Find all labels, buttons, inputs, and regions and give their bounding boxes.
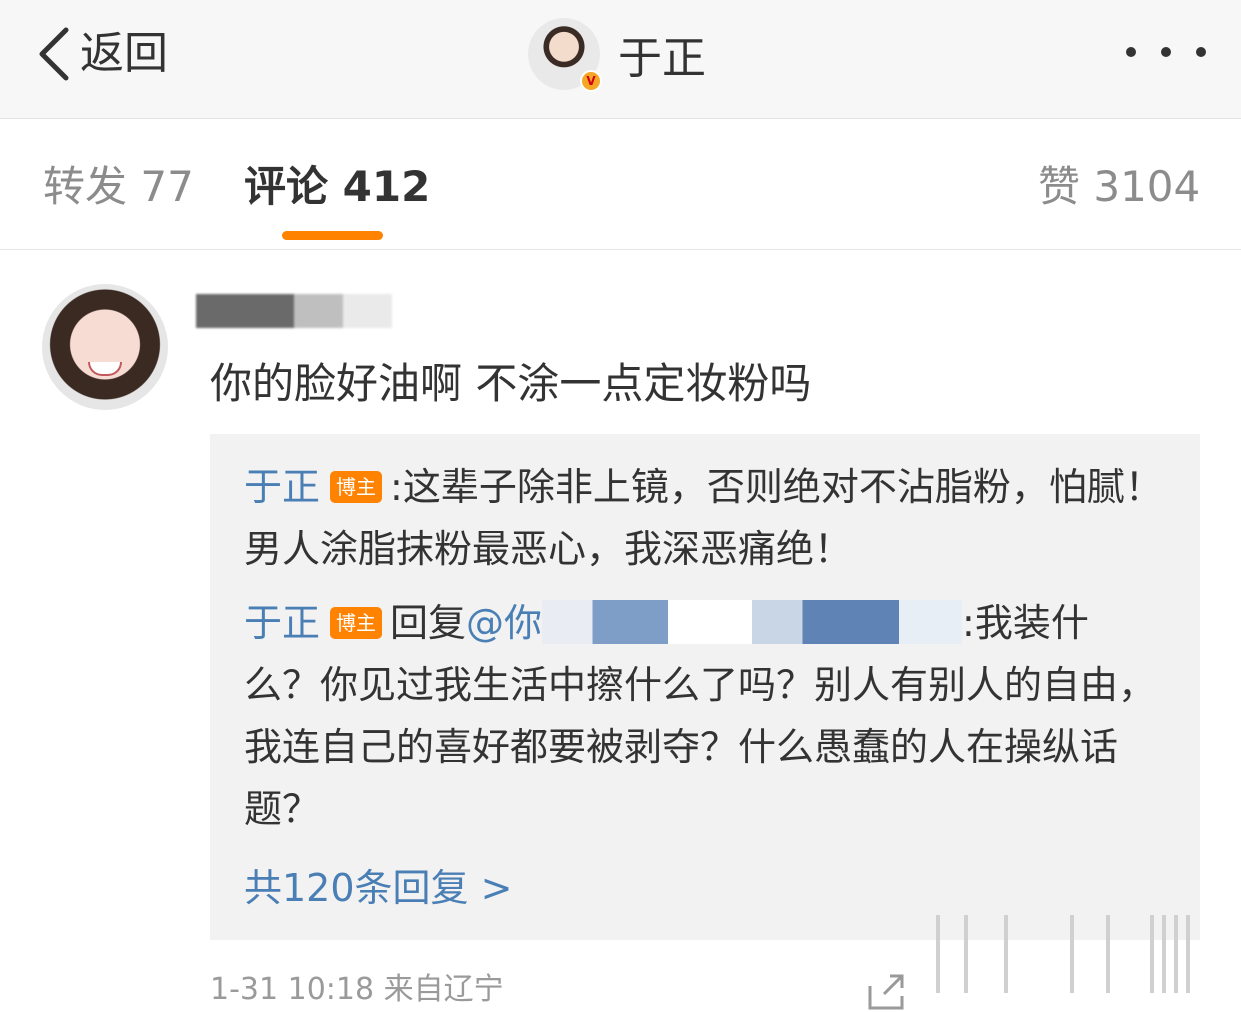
- author-badge: 博主: [330, 607, 383, 639]
- more-replies-link[interactable]: 共120条回复 >: [244, 862, 512, 914]
- reply-mention[interactable]: @你: [466, 601, 542, 645]
- active-tab-indicator: [282, 231, 383, 240]
- comment-meta: 1-31 10:18 来自辽宁: [210, 972, 504, 1007]
- share-icon[interactable]: [866, 972, 908, 1012]
- top-nav-bar: 返回 V 于正: [0, 0, 1241, 119]
- watermark: [936, 915, 1190, 993]
- reply-author[interactable]: 于正: [244, 465, 320, 509]
- nav-user[interactable]: V 于正: [528, 16, 706, 92]
- reply-item: 于正 博主:这辈子除非上镜，否则绝对不沾脂粉，怕腻！男人涂脂抹粉最恶心，我深恶痛绝…: [244, 456, 1164, 580]
- author-badge: 博主: [330, 471, 383, 503]
- tab-bar: 转发 77 评论 412 赞 3104: [0, 119, 1241, 250]
- commenter-avatar[interactable]: [42, 284, 168, 410]
- reply-author[interactable]: 于正: [244, 601, 320, 645]
- avatar[interactable]: V: [528, 18, 602, 92]
- commenter-name-blurred[interactable]: [196, 294, 392, 328]
- back-label: 返回: [80, 28, 168, 79]
- back-button[interactable]: 返回: [34, 24, 168, 84]
- reply-box[interactable]: 于正 博主:这辈子除非上镜，否则绝对不沾脂粉，怕腻！男人涂脂抹粉最恶心，我深恶痛绝…: [210, 434, 1200, 940]
- chevron-left-icon: [39, 27, 69, 81]
- more-dots-icon[interactable]: [1126, 40, 1206, 64]
- blurred-mention-mask: [542, 600, 963, 644]
- tab-forward[interactable]: 转发 77: [43, 161, 194, 213]
- reply-prefix: 回复: [390, 601, 467, 645]
- comment-text: 你的脸好油啊 不涂一点定妆粉吗: [210, 359, 812, 408]
- verified-icon: V: [580, 70, 602, 92]
- reply-item: 于正 博主 回复@你:我装什么？你见过我生活中擦什么了吗？别人有别人的自由，我连自己…: [244, 592, 1164, 840]
- tab-like[interactable]: 赞 3104: [1038, 161, 1200, 213]
- tab-comment[interactable]: 评论 412: [244, 161, 430, 213]
- page-title: 于正: [618, 33, 706, 84]
